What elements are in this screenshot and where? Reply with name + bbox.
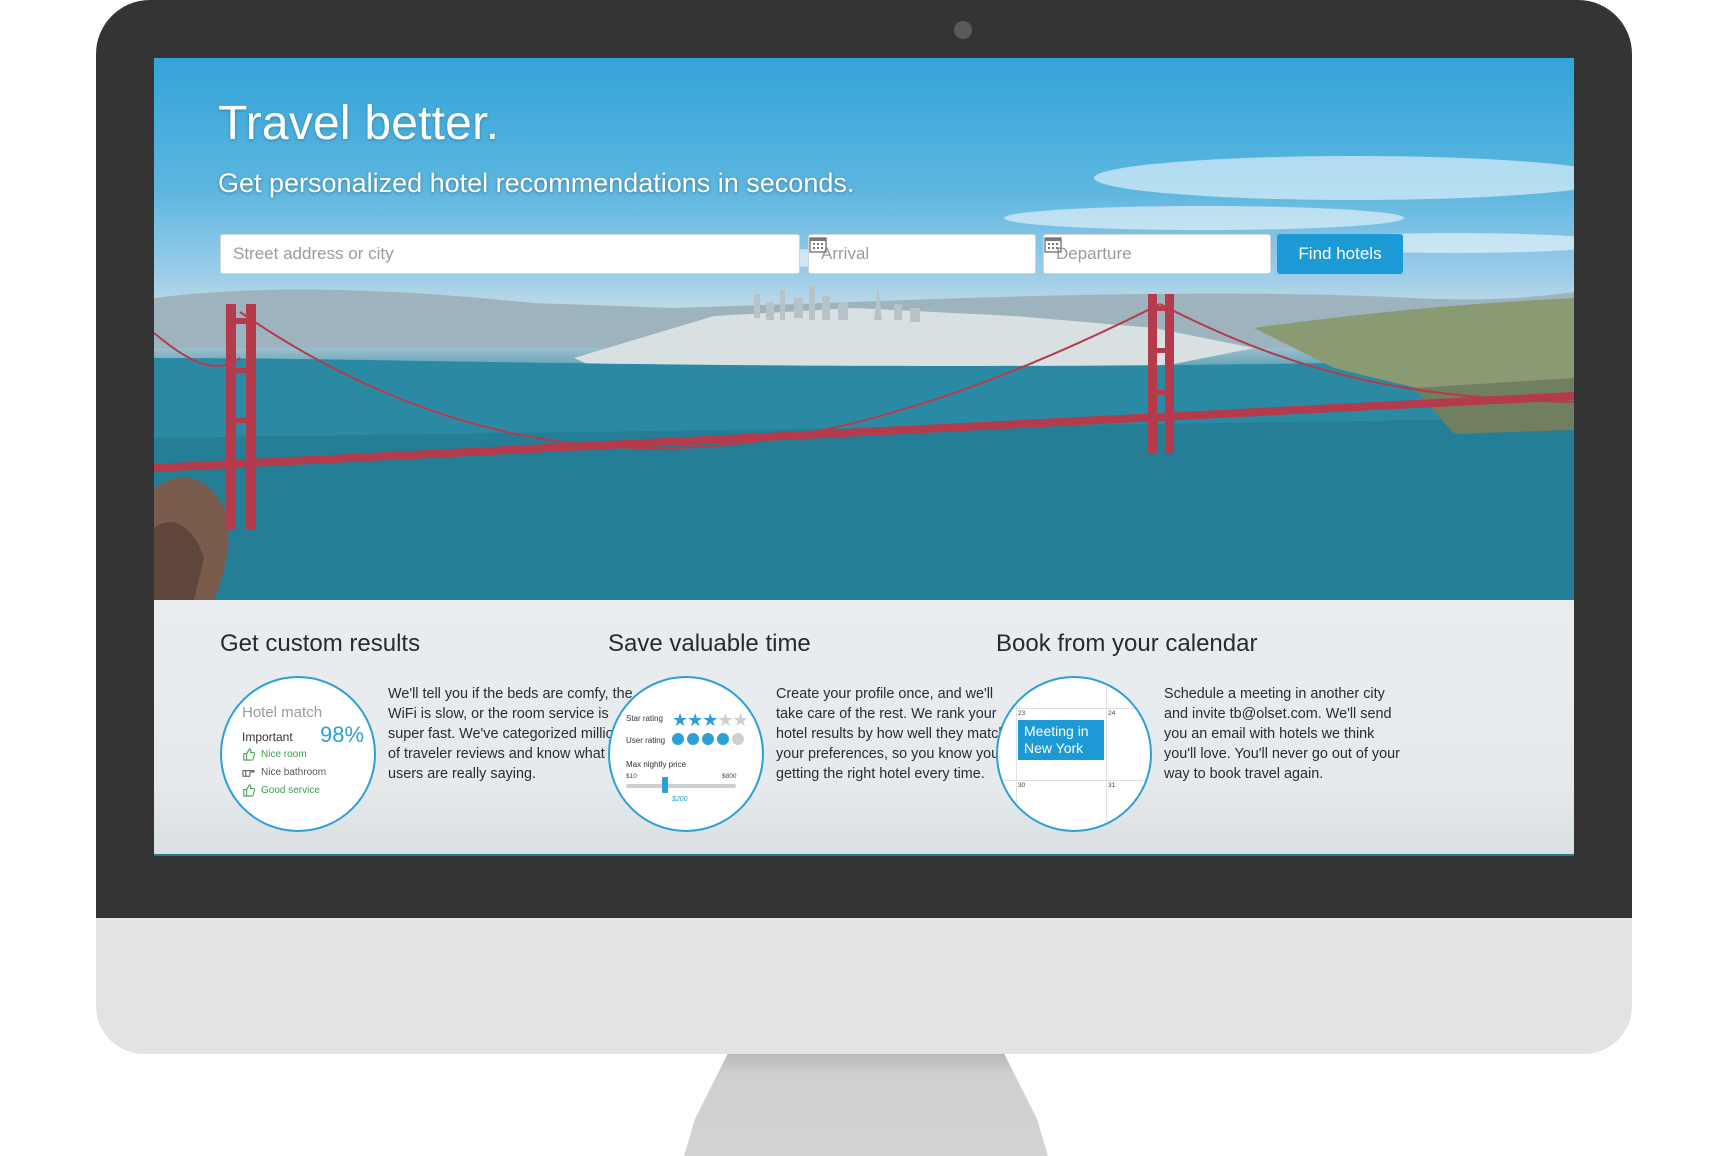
preferences-illustration: Star rating ★★★★★ User rating Max nightl… <box>608 676 764 832</box>
calendar-date: 23 <box>1018 710 1026 717</box>
match-percent: 98% <box>320 722 365 747</box>
calendar-event: Meeting in New York <box>1018 720 1104 760</box>
departure-input[interactable] <box>1044 235 1270 273</box>
rating-dot <box>672 733 684 745</box>
location-input[interactable] <box>221 235 799 273</box>
location-field-wrap <box>220 234 800 274</box>
star-icon: ★ <box>702 710 718 730</box>
calendar-gridline <box>1016 678 1017 830</box>
find-hotels-button[interactable]: Find hotels <box>1277 234 1403 274</box>
features-section: Get custom results Hotel match Important… <box>154 600 1574 856</box>
hero-title: Travel better. <box>218 97 500 150</box>
monitor-stand <box>684 1054 1048 1156</box>
hotel-match-item-label: Good service <box>261 785 320 796</box>
screen: Travel better. Get personalized hotel re… <box>154 58 1574 856</box>
rating-dot <box>702 733 714 745</box>
camera-dot <box>954 21 972 39</box>
departure-field-wrap <box>1043 234 1271 274</box>
user-rating <box>672 733 744 745</box>
hotel-match-illustration: Hotel match Important 98% Nice room Nice… <box>220 676 376 832</box>
hotel-match-item-label: Nice bathroom <box>261 767 327 778</box>
arrival-input[interactable] <box>809 235 1035 273</box>
feature-title: Book from your calendar <box>996 630 1258 657</box>
feature-title: Get custom results <box>220 630 421 657</box>
feature-calendar: Book from your calendar 23 24 30 31 Meet… <box>996 600 1406 856</box>
star-rating: ★★★★★ <box>672 710 749 731</box>
calendar-icon[interactable] <box>809 235 827 253</box>
star-icon: ★ <box>672 710 688 730</box>
feature-description: Schedule a meeting in another city and i… <box>1164 686 1400 782</box>
price-max: $800 <box>722 773 737 780</box>
rating-dot <box>717 733 729 745</box>
calendar-gridline <box>998 708 1150 709</box>
arrival-field-wrap <box>808 234 1036 274</box>
feature-custom-results: Get custom results Hotel match Important… <box>220 600 633 856</box>
calendar-icon[interactable] <box>1044 235 1062 253</box>
star-icon: ★ <box>717 710 733 730</box>
calendar-date: 31 <box>1108 782 1116 789</box>
feature-title: Save valuable time <box>608 630 811 657</box>
calendar-date: 24 <box>1108 710 1116 717</box>
monitor-mockup: Travel better. Get personalized hotel re… <box>0 0 1720 1156</box>
calendar-gridline <box>998 780 1150 781</box>
important-label: Important <box>242 730 293 744</box>
hotel-match-item-label: Nice room <box>261 749 307 760</box>
hotel-match-item: Good service <box>242 784 320 797</box>
star-icon: ★ <box>732 710 749 730</box>
calendar-date: 30 <box>1018 782 1026 789</box>
feature-description: We'll tell you if the beds are comfy, th… <box>388 686 633 782</box>
rating-dot <box>732 733 744 745</box>
calendar-illustration: 23 24 30 31 Meeting in New York <box>996 676 1152 832</box>
monitor-chin <box>96 918 1632 1054</box>
hotel-match-title: Hotel match <box>242 704 323 721</box>
rating-dot <box>687 733 699 745</box>
price-slider-track <box>626 784 736 788</box>
price-min: $10 <box>626 773 637 780</box>
user-rating-label: User rating <box>626 736 666 745</box>
price-label: Max nightly price <box>626 760 687 769</box>
hero-subtitle: Get personalized hotel recommendations i… <box>218 168 855 198</box>
star-icon: ★ <box>687 710 703 730</box>
hand-point-icon <box>242 770 255 777</box>
hero-section: Travel better. Get personalized hotel re… <box>154 58 1574 600</box>
feature-description: Create your profile once, and we'll take… <box>776 686 1015 782</box>
star-rating-label: Star rating <box>626 714 663 723</box>
hotel-match-item: Nice bathroom <box>242 766 326 779</box>
thumbs-up-icon <box>243 784 255 797</box>
hotel-match-item: Nice room <box>242 748 307 761</box>
feature-save-time: Save valuable time Star rating ★★★★★ Use… <box>608 600 1018 856</box>
calendar-gridline <box>1106 678 1107 830</box>
price-value: $200 <box>672 796 688 803</box>
price-slider-handle <box>662 777 668 793</box>
thumbs-up-icon <box>243 748 255 761</box>
